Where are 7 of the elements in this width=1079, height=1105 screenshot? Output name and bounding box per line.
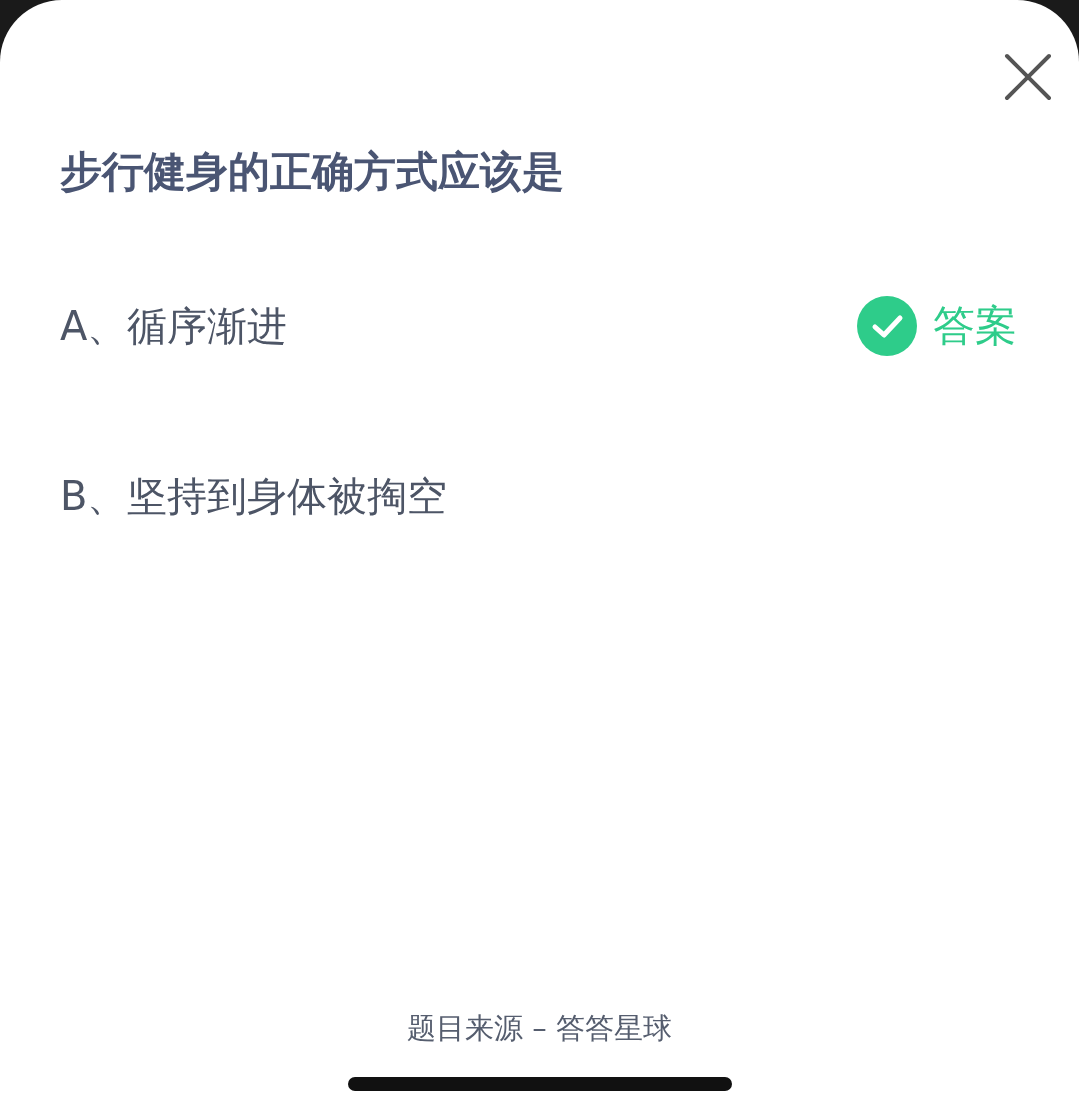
close-button[interactable] xyxy=(1003,52,1053,102)
close-icon xyxy=(1003,52,1053,102)
question-title: 步行健身的正确方式应该是 xyxy=(60,146,565,198)
answer-label: 答案 xyxy=(933,300,1017,352)
option-label[interactable]: A、循序渐进 xyxy=(60,298,288,354)
source-text: 题目来源 – 答答星球 xyxy=(407,1010,672,1047)
option-label[interactable]: B、坚持到身体被掏空 xyxy=(60,468,448,524)
